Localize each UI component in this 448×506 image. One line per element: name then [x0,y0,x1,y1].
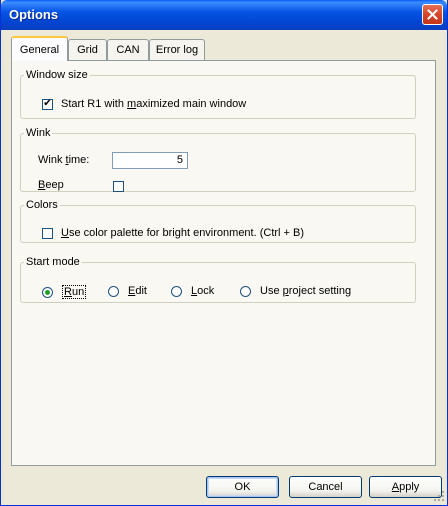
options-dialog: Options General Grid CAN Error log Windo… [0,0,448,506]
radio-project-setting-label: Use project setting [260,285,352,297]
radio-project-setting[interactable] [240,285,251,297]
apply-button[interactable]: Apply [369,476,442,498]
wink-time-input[interactable]: 5 [112,152,188,169]
ok-button-label: OK [234,481,251,493]
radio-run-row[interactable]: Run [42,285,87,299]
radio-lock-label: Lock [191,285,215,297]
radio-lock[interactable] [171,285,182,297]
beep-label-row: Beep [38,179,64,191]
tab-grid-label: Grid [77,44,98,56]
radio-edit-label: Edit [128,285,147,297]
radio-selected-dot [45,289,50,295]
window-title: Options [9,7,59,22]
bright-palette-row[interactable]: Use color palette for bright environment… [42,227,304,239]
bright-palette-label: Use color palette for bright environment… [61,227,305,239]
colors-legend: Colors [26,199,58,211]
cancel-button[interactable]: Cancel [289,476,362,498]
radio-edit[interactable] [108,285,119,297]
resize-grip-icon[interactable] [433,490,445,502]
tab-can[interactable]: CAN [107,39,149,60]
window-size-legend: Window size [26,69,88,81]
maximized-checkbox[interactable]: ✔ [42,98,53,110]
window-size-group: Window size ✔ Start R1 with maximized ma… [20,69,416,119]
close-icon [427,9,438,20]
tab-general[interactable]: General [11,36,68,61]
maximized-label: Start R1 with maximized main window [61,98,247,110]
maximized-checkbox-row[interactable]: ✔ Start R1 with maximized main window [42,98,246,110]
wink-group: Wink Wink time: 5 Beep [20,127,416,192]
wink-legend: Wink [26,127,51,139]
radio-edit-row[interactable]: Edit [108,285,147,297]
close-button[interactable] [422,4,443,25]
button-bar: OK Cancel Apply [1,466,447,504]
wink-time-label: Wink time: [38,154,90,166]
radio-project-setting-row[interactable]: Use project setting [240,285,351,297]
beep-label: Beep [38,179,64,191]
title-bar[interactable]: Options [1,0,447,30]
beep-checkbox[interactable] [113,181,124,192]
tab-general-label: General [19,43,60,56]
tab-grid[interactable]: Grid [68,39,107,60]
tab-error-log-label: Error log [155,44,199,56]
wink-time-label-row: Wink time: [38,154,89,166]
general-tab-panel: Window size ✔ Start R1 with maximized ma… [11,60,436,466]
start-mode-group: Start mode Run Edit Lock Use project set… [20,256,416,303]
radio-run[interactable] [42,286,53,298]
tab-can-label: CAN [116,44,140,56]
start-mode-legend: Start mode [26,256,80,268]
cancel-button-label: Cancel [308,481,343,493]
bright-palette-checkbox[interactable] [42,227,53,239]
ok-button[interactable]: OK [206,476,279,498]
radio-run-label: Run [62,285,87,299]
tab-error-log[interactable]: Error log [149,39,205,60]
radio-lock-row[interactable]: Lock [171,285,214,297]
apply-button-label: Apply [391,481,420,493]
colors-group: Colors Use color palette for bright envi… [20,199,416,243]
